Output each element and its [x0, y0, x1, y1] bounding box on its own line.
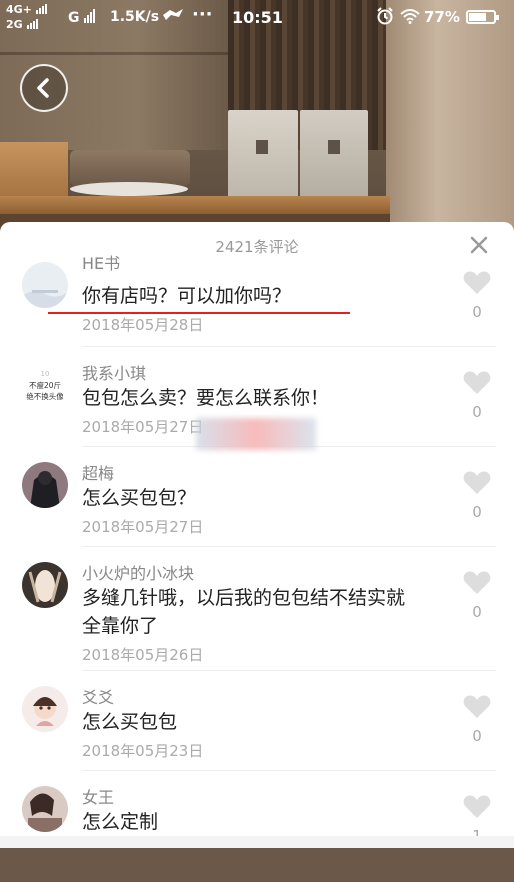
wifi-icon [400, 9, 420, 24]
heart-icon [463, 271, 491, 294]
comment-item[interactable]: HE书 你有店吗？可以加你吗？ 2018年05月28日 0 [0, 254, 514, 358]
like-count: 0 [472, 403, 482, 421]
notification-icon [162, 8, 184, 26]
comment-text: 怎么定制 [82, 811, 159, 833]
like-count: 0 [472, 603, 482, 621]
comment-author[interactable]: HE书 [82, 250, 120, 274]
battery-icon [466, 10, 499, 24]
svg-text:10: 10 [41, 370, 50, 378]
like-count: 0 [472, 503, 482, 521]
avatar[interactable] [22, 686, 68, 732]
comment-date: 2018年05月26日 [82, 646, 204, 664]
battery-percent: 77% [424, 8, 460, 26]
status-bar: 4G+ 2G G 1.5K/s ··· 10:51 77% [0, 0, 514, 36]
heart-icon [463, 471, 491, 494]
comment-date: 2018年05月23日 [82, 742, 204, 760]
comment-text: 你有店吗？可以加你吗？ [82, 285, 292, 307]
signal-bars-icon [35, 4, 48, 18]
comment-author[interactable]: 我系小琪 [82, 360, 146, 384]
like-button[interactable]: 0 [462, 470, 492, 521]
comment-author[interactable]: 女王 [82, 784, 114, 808]
heart-icon [463, 795, 491, 818]
like-button[interactable]: 0 [462, 694, 492, 745]
heart-icon [463, 695, 491, 718]
comment-item[interactable]: 超梅怎么买包包？ 2018年05月27日 0 [0, 458, 514, 558]
comment-item[interactable]: 爻爻怎么买包包 2018年05月23日 0 [0, 682, 514, 782]
comment-text: 包包怎么卖？要怎么联系你！ [82, 387, 330, 409]
svg-text:不瘦20斤: 不瘦20斤 [29, 380, 61, 390]
comment-divider [82, 670, 496, 671]
comment-item[interactable]: 小火炉的小冰块多缝几针哦，以后我的包包结不结实就全靠你了 2018年05月26日 0 [0, 558, 514, 682]
red-underline-annotation [48, 312, 350, 314]
comment-text: 怎么买包包？ [82, 487, 197, 509]
comment-text: 怎么买包包 [82, 711, 178, 733]
more-notifications-icon: ··· [192, 4, 213, 25]
background-video-frame [0, 0, 514, 240]
comment-date: 2018年05月28日 [82, 316, 204, 334]
avatar[interactable] [22, 262, 68, 308]
close-icon [470, 236, 488, 254]
network-indicator: 4G+ 2G [6, 3, 48, 33]
blurred-overlay [196, 418, 316, 450]
clock: 10:51 [232, 8, 283, 27]
like-button[interactable]: 0 [462, 370, 492, 421]
comment-date: 2018年05月27日 [82, 418, 204, 436]
like-count: 0 [472, 727, 482, 745]
chevron-left-icon [37, 78, 49, 98]
like-count: 0 [472, 303, 482, 321]
comment-count-title: 2421条评论 [215, 238, 299, 256]
comment-date: 2018年05月27日 [82, 518, 204, 536]
svg-text:绝不换头像: 绝不换头像 [26, 391, 64, 401]
comment-text: 多缝几针哦，以后我的包包结不结实就全靠你了 [82, 587, 406, 637]
comment-divider [82, 770, 496, 771]
like-button[interactable]: 0 [462, 270, 492, 321]
comment-divider [82, 346, 496, 347]
avatar[interactable] [22, 562, 68, 608]
bottom-input-edge [0, 836, 514, 848]
comment-divider [82, 546, 496, 547]
comment-author[interactable]: 爻爻 [82, 684, 114, 708]
signal-bars-icon [26, 19, 39, 33]
close-button[interactable] [468, 234, 490, 256]
heart-icon [463, 571, 491, 594]
network-g-indicator: G [68, 9, 96, 27]
comment-author[interactable]: 超梅 [82, 460, 114, 484]
signal-bars-icon [84, 9, 96, 27]
comment-author[interactable]: 小火炉的小冰块 [82, 560, 194, 584]
comment-item[interactable]: 女王怎么定制1 [0, 782, 514, 882]
avatar[interactable] [22, 786, 68, 832]
avatar[interactable]: 10 不瘦20斤 绝不换头像 [22, 362, 68, 408]
heart-icon [463, 371, 491, 394]
network-speed: 1.5K/s [110, 9, 160, 25]
like-button[interactable]: 0 [462, 570, 492, 621]
alarm-icon [376, 7, 394, 29]
avatar[interactable] [22, 462, 68, 508]
back-button[interactable] [20, 64, 68, 112]
